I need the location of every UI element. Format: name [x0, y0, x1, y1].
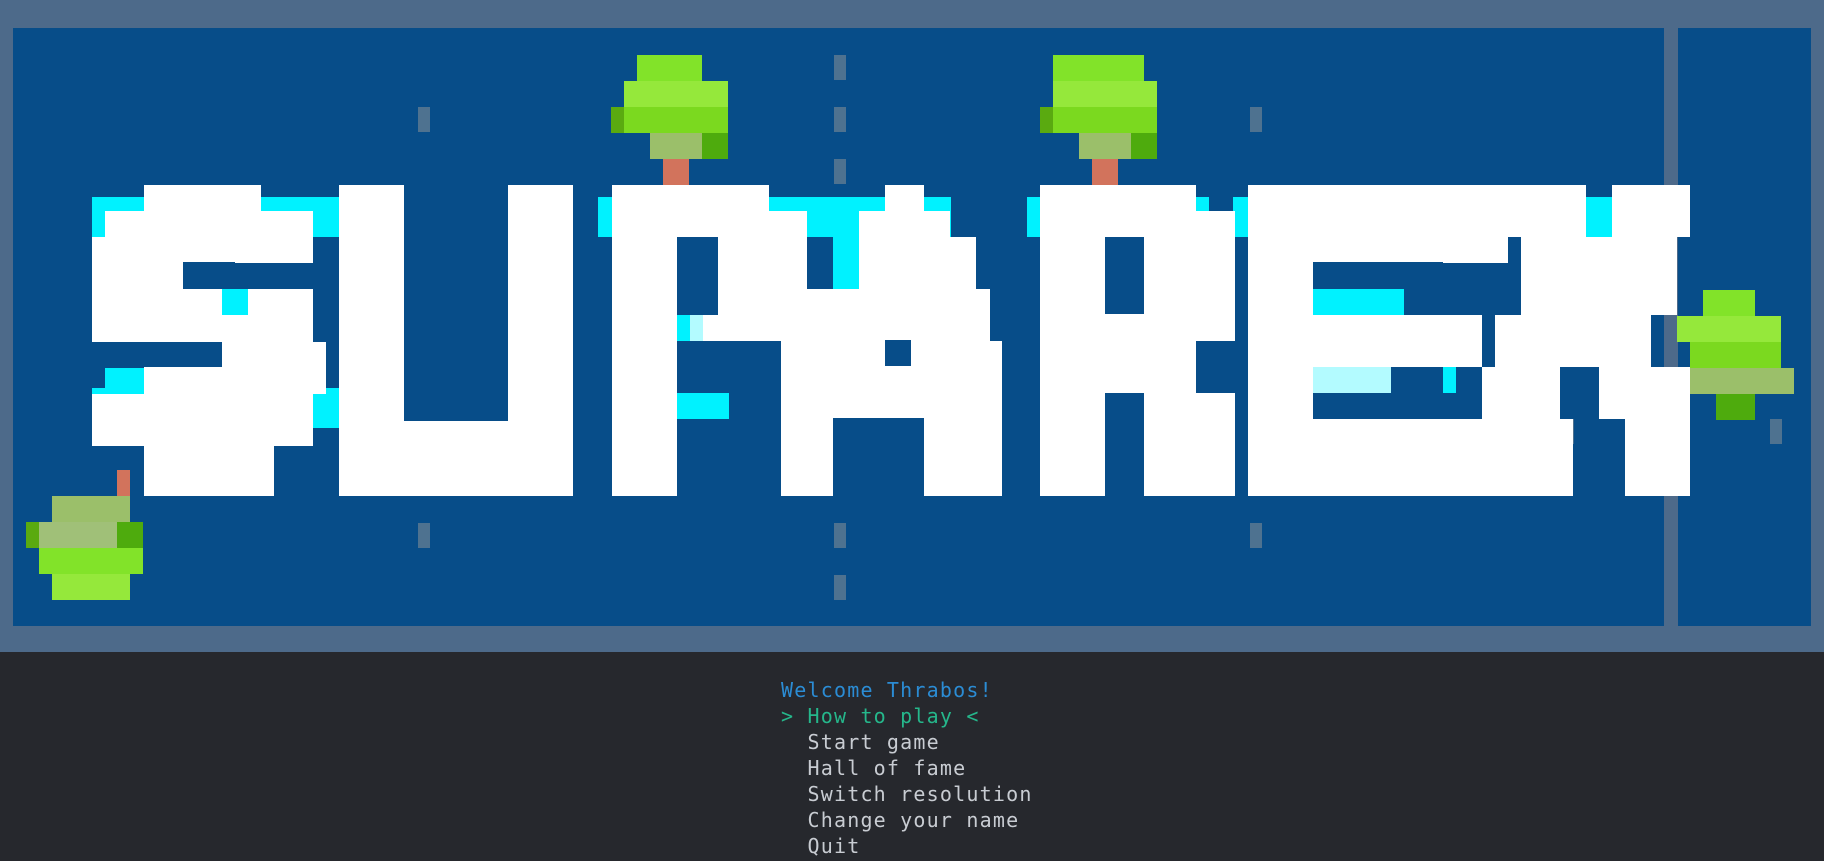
main-menu: > How to play < Start game Hall of fame …	[781, 703, 1033, 859]
title-banner	[0, 0, 1824, 652]
menu-item-quit[interactable]: Quit	[781, 833, 1033, 859]
game-screen: Welcome Thrabos! > How to play < Start g…	[0, 0, 1824, 861]
menu-item-start-game[interactable]: Start game	[781, 729, 1033, 755]
menu-item-switch-resolution[interactable]: Switch resolution	[781, 781, 1033, 807]
menu-item-change-name[interactable]: Change your name	[781, 807, 1033, 833]
menu-item-hall-of-fame[interactable]: Hall of fame	[781, 755, 1033, 781]
menu-item-how-to-play[interactable]: > How to play <	[781, 703, 1033, 729]
welcome-message: Welcome Thrabos!	[781, 678, 993, 702]
